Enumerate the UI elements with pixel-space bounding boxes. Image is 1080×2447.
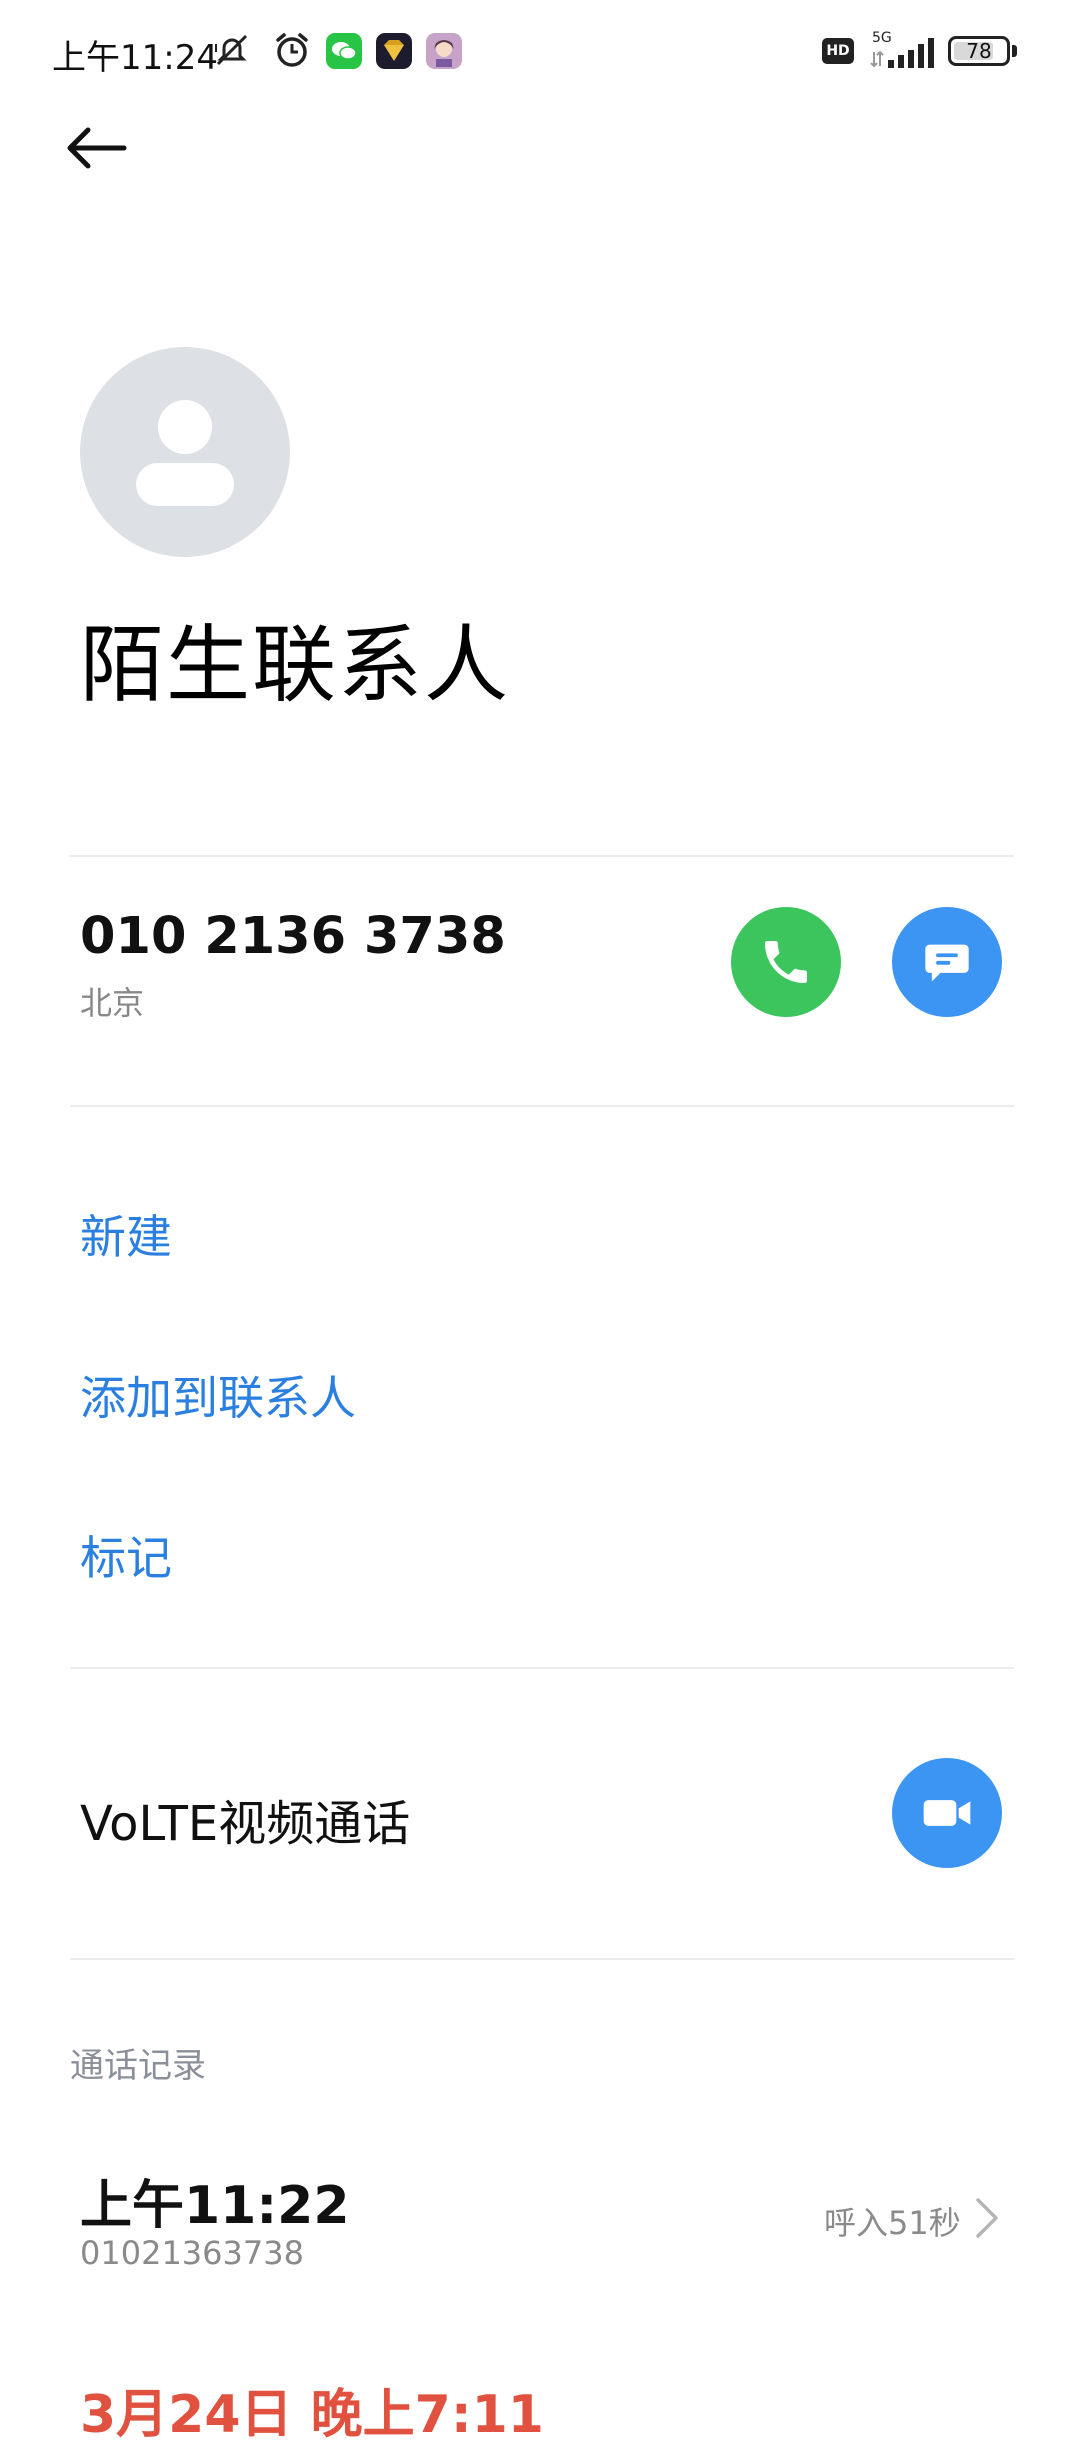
- new-contact-link[interactable]: 新建: [80, 1201, 172, 1267]
- volte-video-call-label: VoLTE视频通话: [80, 1796, 411, 1852]
- app-icon: [376, 33, 412, 69]
- message-button[interactable]: [892, 907, 1002, 1017]
- app-icon: [426, 33, 462, 69]
- phone-icon: [765, 941, 807, 983]
- status-time: 上午11:24: [52, 38, 218, 78]
- divider: [70, 1667, 1014, 1669]
- hd-icon: HD: [822, 38, 854, 64]
- chevron-right-icon[interactable]: [972, 2196, 1002, 2240]
- mute-icon: [215, 34, 248, 66]
- call-log-detail: 呼入51秒: [824, 2204, 961, 2242]
- battery-tip: [1012, 45, 1017, 57]
- mark-link[interactable]: 标记: [80, 1522, 172, 1588]
- signal-icon: [870, 38, 934, 68]
- video-camera-icon: [923, 1800, 971, 1826]
- message-icon: [925, 944, 969, 982]
- battery-icon: 78: [948, 36, 1010, 66]
- wechat-icon: [326, 33, 362, 69]
- call-log-time[interactable]: 3月24日 晚上7:11: [80, 2372, 544, 2447]
- divider: [70, 1958, 1014, 1960]
- call-log-number: 01021363738: [80, 2234, 304, 2272]
- person-icon: [136, 400, 234, 506]
- contact-name: 陌生联系人: [80, 616, 511, 714]
- call-log-title: 通话记录: [70, 2046, 206, 2086]
- call-log-time[interactable]: 上午11:22: [80, 2163, 350, 2238]
- divider: [70, 855, 1014, 857]
- battery-percentage: 78: [966, 39, 992, 63]
- avatar: [80, 347, 290, 557]
- add-to-contacts-link[interactable]: 添加到联系人: [80, 1362, 356, 1428]
- phone-location: 北京: [80, 984, 145, 1022]
- call-button[interactable]: [731, 907, 841, 1017]
- status-bar: 上午11:24 HD 5G 78: [0, 0, 1080, 100]
- phone-number[interactable]: 010 2136 3738: [80, 907, 506, 966]
- divider: [70, 1105, 1014, 1107]
- back-arrow-icon[interactable]: [60, 112, 132, 184]
- alarm-icon: [276, 33, 308, 67]
- video-call-button[interactable]: [892, 1758, 1002, 1868]
